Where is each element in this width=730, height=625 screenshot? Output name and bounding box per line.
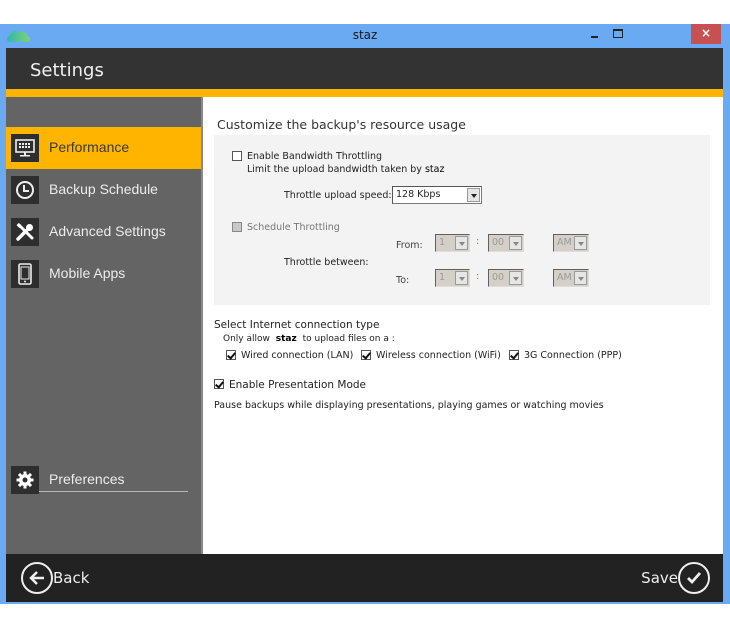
page-header: Settings (6, 48, 723, 89)
connection-description-prefix: Only allow (223, 334, 270, 344)
sidebar-item-label: Mobile Apps (49, 265, 126, 281)
wired-connection-label: Wired connection (LAN) (241, 350, 354, 361)
maximize-button[interactable] (606, 24, 628, 44)
section-title: Customize the backup's resource usage (217, 117, 466, 132)
tools-icon (11, 218, 39, 246)
from-label: From: (396, 240, 423, 251)
app-window: staz × Settings Performance Backup Sched… (0, 24, 730, 604)
sidebar-item-advanced-settings[interactable]: Advanced Settings (6, 211, 201, 253)
to-ampm-value: AM (557, 272, 572, 283)
chevron-down-icon (455, 236, 468, 250)
schedule-throttling-label: Schedule Throttling (247, 222, 340, 233)
app-name: staz (275, 334, 297, 344)
save-button[interactable]: Save (641, 562, 710, 594)
time-separator: : (476, 236, 480, 247)
sidebar-item-preferences[interactable]: Preferences (6, 459, 201, 501)
to-minute-select[interactable]: 00 (488, 269, 524, 287)
chevron-down-icon (509, 271, 522, 285)
accent-bar (6, 89, 723, 97)
from-hour-value: 1 (439, 237, 446, 248)
page-title: Settings (30, 60, 104, 81)
phone-icon (11, 260, 39, 288)
enable-bandwidth-throttling-label: Enable Bandwidth Throttling (247, 151, 383, 162)
save-label: Save (641, 569, 678, 587)
to-ampm-select[interactable]: AM (553, 269, 589, 287)
throttle-upload-speed-value: 128 Kbps (396, 189, 441, 200)
from-minute-value: 00 (492, 237, 505, 248)
monitor-keyboard-icon (11, 134, 39, 162)
connection-description-suffix: to upload files on a : (302, 334, 395, 344)
sidebar-item-backup-schedule[interactable]: Backup Schedule (6, 169, 201, 211)
enable-bandwidth-throttling-checkbox[interactable] (232, 151, 242, 161)
chevron-down-icon (455, 271, 468, 285)
title-bar[interactable]: staz × (0, 24, 730, 48)
gear-icon (11, 466, 39, 494)
connection-description: Only allow staz to upload files on a : (223, 334, 395, 344)
from-minute-select[interactable]: 00 (488, 234, 524, 252)
from-ampm-value: AM (557, 237, 572, 248)
minimize-button[interactable] (580, 24, 606, 44)
throttle-between-label: Throttle between: (284, 257, 369, 268)
throttling-panel: Enable Bandwidth Throttling Limit the up… (214, 135, 710, 305)
chevron-down-icon (509, 236, 522, 250)
sidebar-item-label: Backup Schedule (49, 181, 158, 197)
3g-connection-checkbox[interactable] (509, 350, 519, 360)
presentation-mode-description: Pause backups while displaying presentat… (214, 400, 604, 411)
wireless-connection-label: Wireless connection (WiFi) (376, 350, 501, 361)
throttle-upload-speed-select[interactable]: 128 Kbps (392, 186, 482, 204)
from-ampm-select[interactable]: AM (553, 234, 589, 252)
bandwidth-description-text: Limit the upload bandwidth taken by (247, 164, 422, 175)
footer-bar: Back Save (6, 554, 723, 602)
sidebar-item-label: Performance (49, 139, 130, 155)
from-hour-select[interactable]: 1 (435, 234, 470, 252)
arrow-left-icon (21, 562, 53, 594)
back-label: Back (53, 569, 90, 587)
time-separator: : (476, 271, 480, 282)
sidebar-item-performance[interactable]: Performance (6, 127, 201, 169)
connection-type-title: Select Internet connection type (214, 319, 380, 331)
checkmark-icon (678, 562, 710, 594)
back-button[interactable]: Back (21, 562, 89, 594)
client-area: Settings Performance Backup Schedule Adv… (6, 48, 723, 602)
chevron-down-icon (574, 236, 587, 250)
sidebar: Performance Backup Schedule Advanced Set… (6, 97, 201, 554)
app-name: staz (424, 164, 445, 175)
3g-connection-label: 3G Connection (PPP) (524, 350, 622, 361)
presentation-mode-label: Enable Presentation Mode (229, 379, 366, 391)
wired-connection-checkbox[interactable] (226, 350, 236, 360)
chevron-down-icon (467, 188, 480, 202)
throttle-upload-speed-label: Throttle upload speed: (284, 190, 392, 201)
to-hour-select[interactable]: 1 (435, 269, 470, 287)
close-button[interactable]: × (691, 24, 721, 44)
to-minute-value: 00 (492, 272, 505, 283)
chevron-down-icon (574, 271, 587, 285)
sidebar-item-label: Advanced Settings (49, 223, 166, 239)
to-hour-value: 1 (439, 272, 446, 283)
sidebar-item-mobile-apps[interactable]: Mobile Apps (6, 253, 201, 295)
presentation-mode-checkbox[interactable] (214, 379, 224, 389)
bandwidth-description: Limit the upload bandwidth taken by staz (247, 164, 444, 175)
schedule-throttling-checkbox[interactable] (232, 222, 242, 232)
to-label: To: (396, 275, 410, 286)
performance-panel: Customize the backup's resource usage En… (203, 97, 723, 554)
wireless-connection-checkbox[interactable] (361, 350, 371, 360)
clock-icon (11, 176, 39, 204)
sidebar-item-label: Preferences (49, 471, 125, 487)
